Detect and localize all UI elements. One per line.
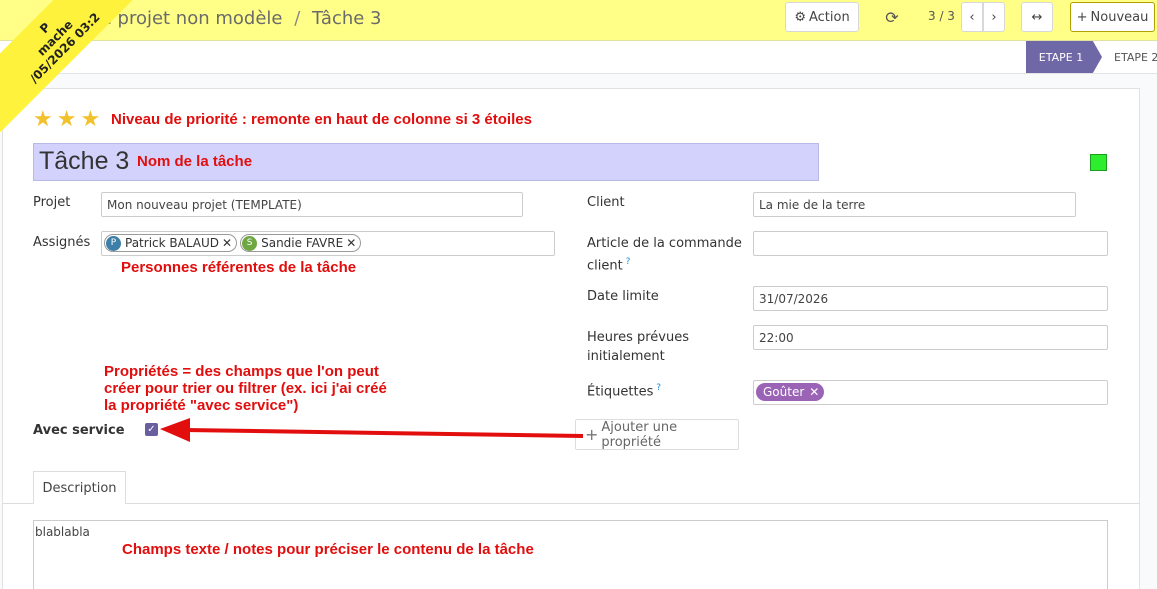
tab-description[interactable]: Description — [33, 471, 126, 504]
annotation-arrow — [160, 418, 584, 442]
tab-divider — [3, 503, 1140, 504]
annotation-description: Champs texte / notes pour préciser le co… — [122, 541, 534, 558]
description-text: blablabla — [35, 525, 90, 539]
